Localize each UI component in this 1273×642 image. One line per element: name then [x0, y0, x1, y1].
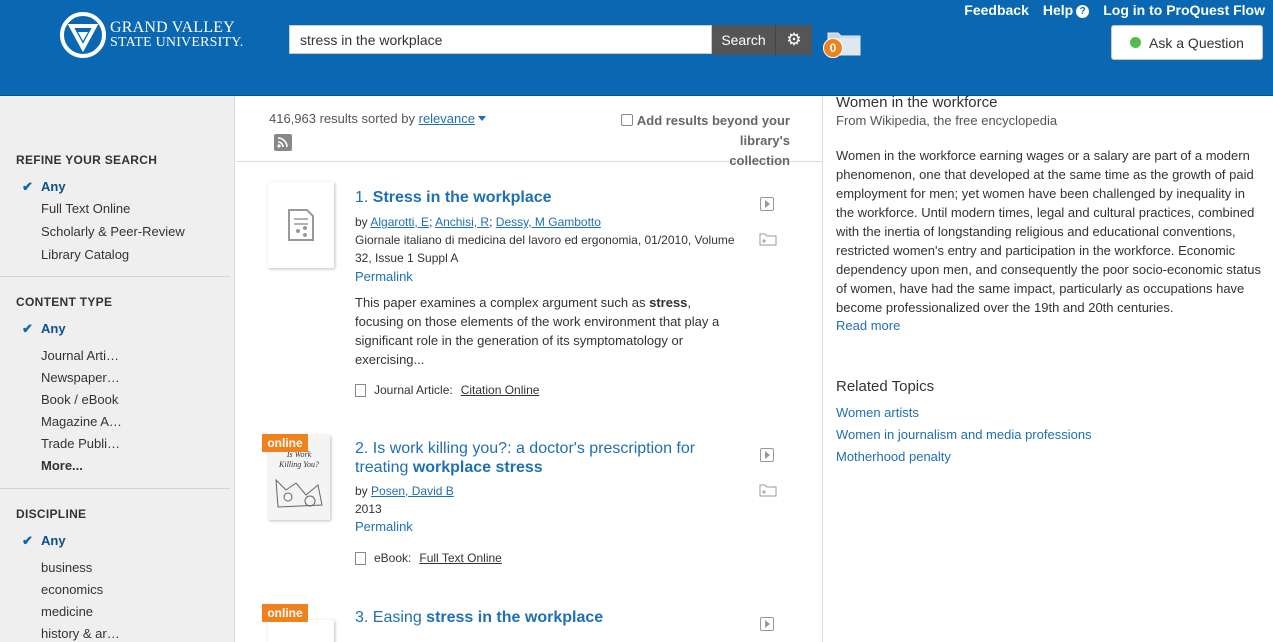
divider	[0, 276, 230, 277]
format-link[interactable]: Citation Online	[461, 383, 540, 397]
checkmark-icon: ✔	[22, 533, 33, 548]
wiki-body: Women in the workforce earning wages or …	[836, 148, 1261, 315]
related-topic-link[interactable]: Women in journalism and media profession…	[836, 427, 1092, 442]
checkmark-icon: ✔	[22, 179, 33, 194]
results-count: 416,963 results sorted by relevance	[269, 111, 486, 126]
result-title-link[interactable]: 3. Easing stress in the workplace	[355, 608, 725, 627]
column-divider	[822, 96, 823, 642]
results-header: 416,963 results sorted by relevance Add …	[236, 96, 822, 168]
author-link[interactable]: Anchisi, R	[435, 215, 489, 229]
content-newspaper[interactable]: Newspaper…	[41, 370, 120, 385]
author-link[interactable]: Algarotti, E	[370, 215, 429, 229]
feedback-link[interactable]: Feedback	[964, 2, 1029, 18]
sort-dropdown[interactable]: relevance	[419, 111, 475, 126]
rss-icon[interactable]	[274, 134, 292, 151]
author-link[interactable]: Dessy, M Gambotto	[496, 215, 601, 229]
header-bar: GRAND VALLEY STATE UNIVERSITY. stress in…	[0, 0, 1273, 96]
result-item: 1. Stress in the workplace by Algarotti,…	[236, 180, 822, 420]
permalink[interactable]: Permalink	[355, 269, 413, 284]
facet-title-discipline: DISCIPLINE	[16, 507, 87, 521]
refine-sidebar: REFINE YOUR SEARCH ✔ Any Full Text Onlin…	[0, 96, 235, 642]
related-topic-link[interactable]: Motherhood penalty	[836, 449, 951, 464]
result-publication: Giornale italiano di medicina del lavoro…	[355, 233, 735, 265]
wiki-source: From Wikipedia, the free encyclopedia	[836, 113, 1058, 128]
search-input[interactable]: stress in the workplace	[289, 25, 712, 54]
content-magazine[interactable]: Magazine A…	[41, 414, 122, 429]
result-item: online 3. Easing stress in the workplace	[236, 600, 822, 642]
add-to-folder-icon[interactable]	[759, 232, 777, 246]
result-thumbnail[interactable]	[268, 620, 334, 642]
related-topic-link[interactable]: Women artists	[836, 405, 919, 420]
divider	[0, 488, 230, 489]
svg-text:Killing You?: Killing You?	[278, 460, 319, 469]
gvsu-logo[interactable]: GRAND VALLEY STATE UNIVERSITY.	[60, 12, 243, 58]
citation-icon	[355, 383, 366, 397]
folder-count-badge: 0	[823, 38, 843, 58]
login-link[interactable]: Log in to ProQuest Flow	[1103, 2, 1265, 18]
result-title-link[interactable]: 1. Stress in the workplace	[355, 188, 725, 207]
result-snippet: This paper examines a complex argument s…	[355, 295, 720, 367]
content-more-link[interactable]: More...	[41, 458, 83, 473]
online-status-icon	[1130, 37, 1142, 48]
result-authors: by Posen, David B	[355, 484, 454, 498]
wiki-title: Women in the workforce	[836, 94, 998, 111]
checkmark-icon: ✔	[22, 321, 33, 336]
content-any[interactable]: Any	[41, 321, 66, 336]
preview-icon[interactable]	[760, 197, 774, 211]
help-icon: ?	[1076, 5, 1090, 18]
top-links: Feedback Help? Log in to ProQuest Flow	[964, 2, 1265, 18]
preview-icon[interactable]	[760, 448, 774, 462]
author-link[interactable]: Posen, David B	[371, 484, 454, 498]
ebook-icon	[355, 551, 366, 565]
result-thumbnail[interactable]	[268, 182, 334, 268]
discipline-medicine[interactable]: medicine	[41, 604, 93, 619]
discipline-business[interactable]: business	[41, 560, 92, 575]
refine-library-catalog[interactable]: Library Catalog	[41, 247, 129, 262]
facet-title-refine: REFINE YOUR SEARCH	[16, 153, 158, 167]
result-item: Is Work Killing You? online 2. Is work k…	[236, 430, 822, 580]
result-format: eBook: Full Text Online	[355, 551, 502, 565]
help-link[interactable]: Help?	[1043, 2, 1090, 18]
checkbox-icon	[620, 114, 633, 126]
search-button[interactable]: Search	[712, 25, 776, 55]
result-format: Journal Article: Citation Online	[355, 383, 539, 397]
content-journal-article[interactable]: Journal Arti…	[41, 348, 119, 363]
caret-down-icon	[477, 116, 486, 121]
gvsu-shield-icon	[60, 12, 106, 58]
facet-title-content-type: CONTENT TYPE	[16, 295, 113, 309]
add-results-beyond-checkbox[interactable]: Add results beyond your library's collec…	[570, 111, 790, 171]
refine-scholarly[interactable]: Scholarly & Peer-Review	[41, 224, 185, 239]
gear-icon: ⚙	[786, 30, 802, 49]
preview-icon[interactable]	[760, 617, 774, 631]
refine-full-text[interactable]: Full Text Online	[41, 201, 130, 216]
add-to-folder-icon[interactable]	[759, 483, 777, 497]
content-book[interactable]: Book / eBook	[41, 392, 118, 407]
result-title-link[interactable]: 2. Is work killing you?: a doctor's pres…	[355, 439, 715, 477]
online-badge: online	[262, 604, 308, 622]
document-icon	[288, 209, 314, 241]
read-more-link[interactable]: Read more	[836, 318, 1266, 333]
related-topics-title: Related Topics	[836, 378, 935, 395]
permalink[interactable]: Permalink	[355, 519, 413, 534]
online-badge: online	[262, 434, 308, 452]
result-year: 2013	[355, 502, 382, 516]
discipline-economics[interactable]: economics	[41, 582, 103, 597]
refine-any[interactable]: Any	[41, 179, 66, 194]
format-link[interactable]: Full Text Online	[419, 551, 501, 565]
discipline-any[interactable]: Any	[41, 533, 66, 548]
result-authors: by Algarotti, E; Anchisi, R; Dessy, M Ga…	[355, 215, 601, 229]
discipline-history[interactable]: history & ar…	[41, 626, 120, 641]
wikipedia-panel: Women in the workforce From Wikipedia, t…	[836, 94, 1266, 333]
ask-question-button[interactable]: Ask a Question	[1111, 25, 1263, 60]
search-options-button[interactable]: ⚙	[776, 25, 812, 55]
content-trade[interactable]: Trade Publi…	[41, 436, 120, 451]
logo-text: GRAND VALLEY STATE UNIVERSITY.	[110, 19, 244, 50]
